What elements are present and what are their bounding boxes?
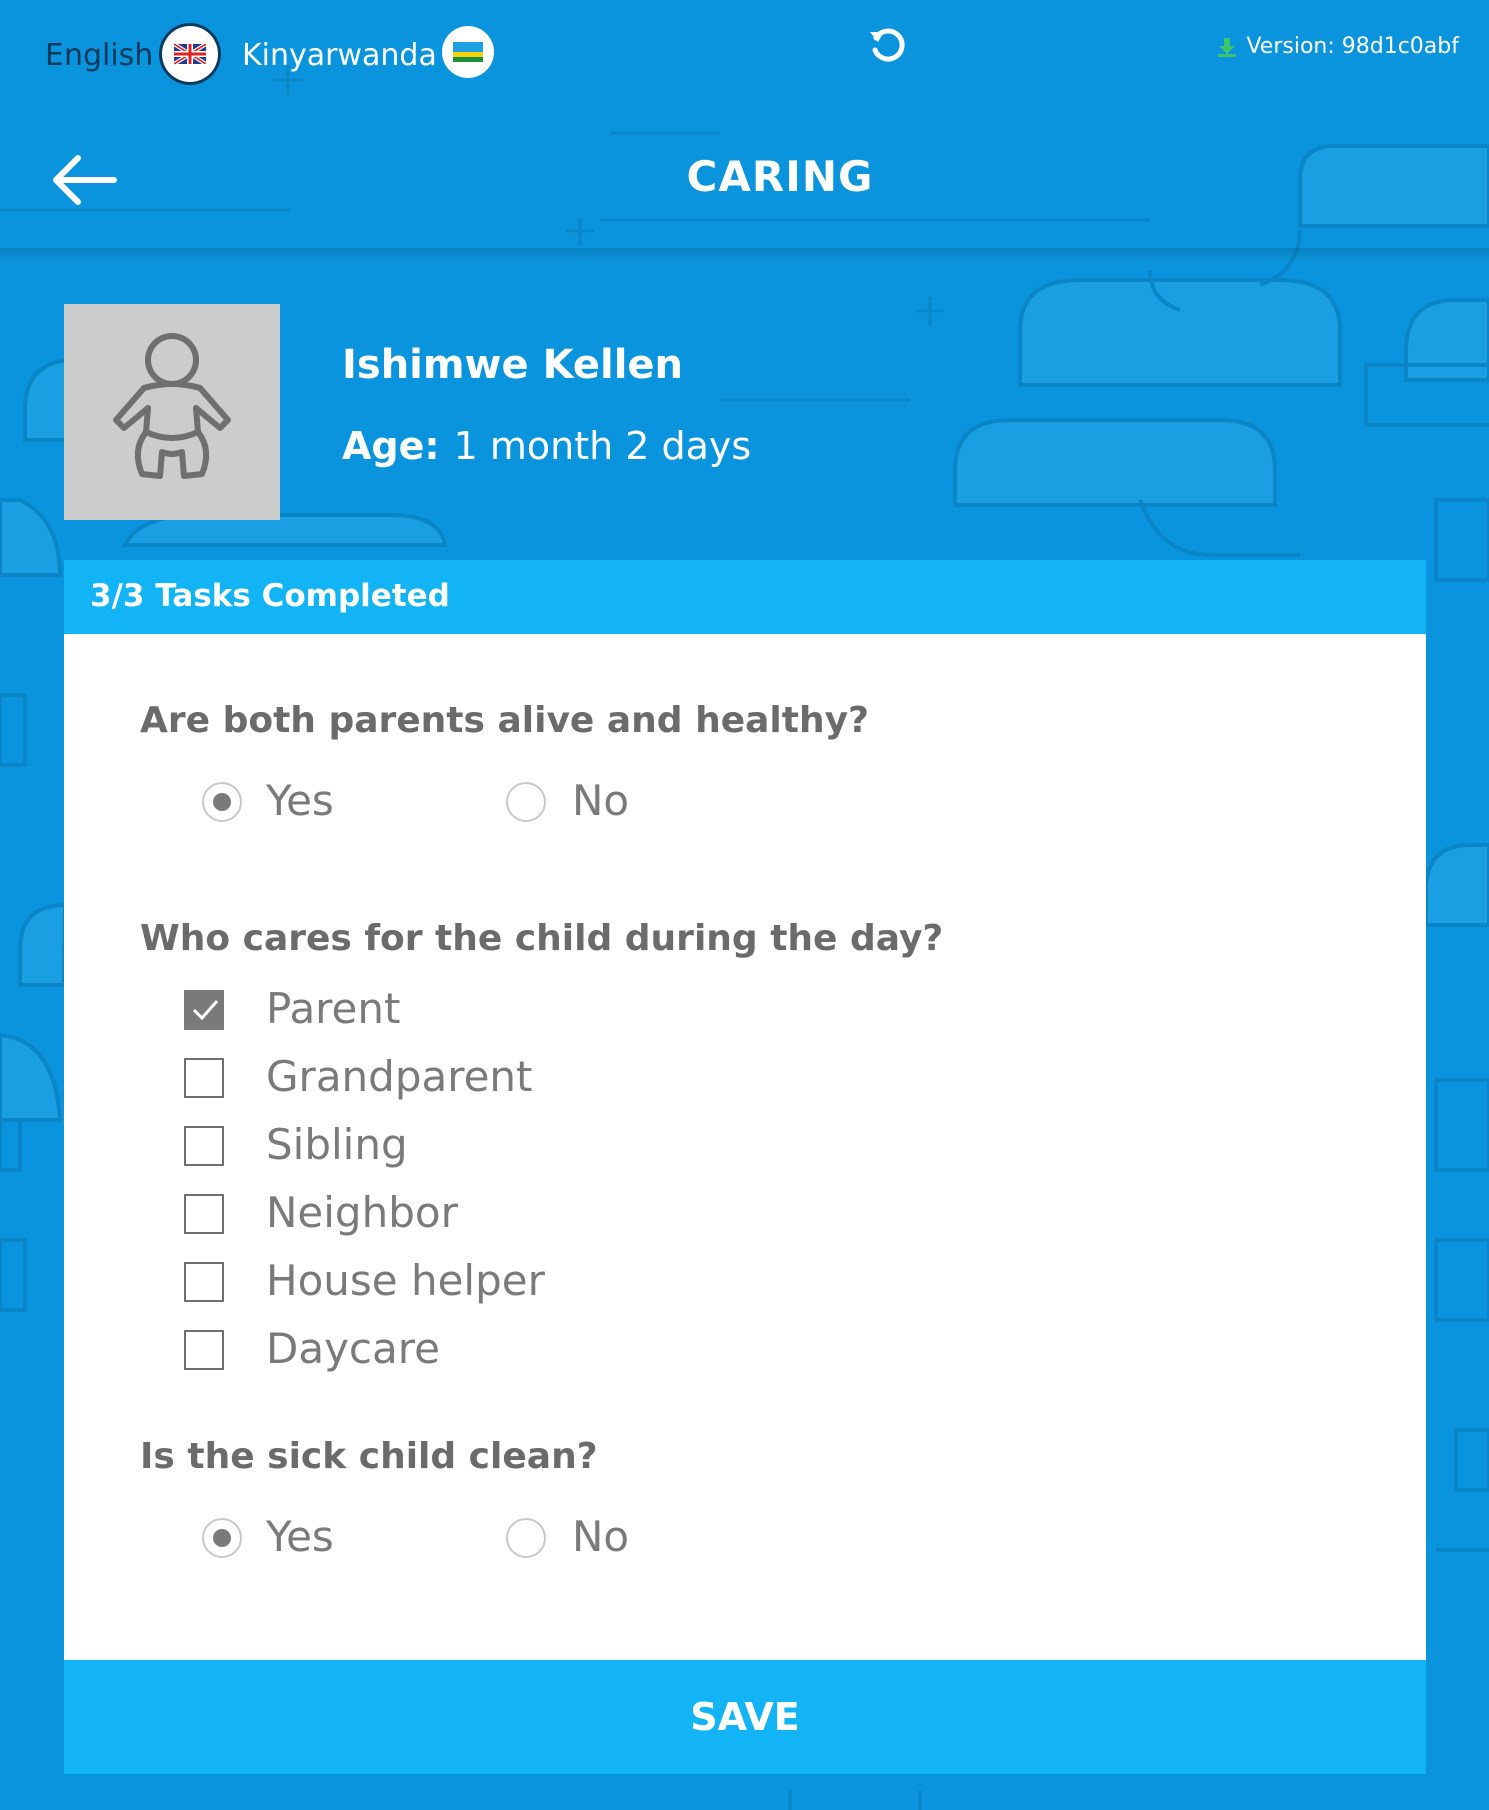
- refresh-icon[interactable]: [866, 24, 910, 68]
- checkbox-neighbor[interactable]: [184, 1194, 224, 1234]
- save-button[interactable]: SAVE: [64, 1660, 1426, 1774]
- question-daytime-caregiver: Who cares for the child during the day?: [140, 918, 944, 959]
- question-parents-alive: Are both parents alive and healthy?: [140, 700, 869, 741]
- form-card: Are both parents alive and healthy? Yes …: [64, 634, 1426, 1660]
- checkbox-house-helper-label[interactable]: House helper: [266, 1256, 545, 1305]
- checkbox-grandparent-label[interactable]: Grandparent: [266, 1052, 533, 1101]
- radio-q1-yes-label[interactable]: Yes: [266, 776, 334, 825]
- radio-q3-yes[interactable]: [202, 1518, 242, 1558]
- question-child-clean: Is the sick child clean?: [140, 1436, 598, 1477]
- uk-flag-icon[interactable]: [162, 26, 218, 82]
- radio-q1-yes[interactable]: [202, 782, 242, 822]
- checkbox-grandparent[interactable]: [184, 1058, 224, 1098]
- top-bar: English Kinyarwanda Version: 98d1c0abf C…: [0, 0, 1489, 250]
- checkbox-sibling-label[interactable]: Sibling: [266, 1120, 408, 1169]
- checkbox-neighbor-label[interactable]: Neighbor: [266, 1188, 458, 1237]
- tasks-status-text: 3/3 Tasks Completed: [90, 578, 450, 614]
- age-label: Age:: [342, 424, 440, 468]
- radio-q1-no-label[interactable]: No: [572, 776, 629, 825]
- age-value: 1 month 2 days: [453, 424, 752, 468]
- version-text: Version: 98d1c0abf: [1246, 34, 1459, 59]
- checkbox-daycare[interactable]: [184, 1330, 224, 1370]
- language-english-label[interactable]: English: [45, 38, 153, 73]
- header-shadow: [0, 248, 1489, 262]
- radio-q3-no-label[interactable]: No: [572, 1512, 629, 1561]
- radio-q3-yes-label[interactable]: Yes: [266, 1512, 334, 1561]
- child-name: Ishimwe Kellen: [342, 342, 684, 388]
- checkbox-sibling[interactable]: [184, 1126, 224, 1166]
- checkbox-daycare-label[interactable]: Daycare: [266, 1324, 440, 1373]
- page-title: CARING: [686, 152, 874, 201]
- rwanda-flag-icon[interactable]: [442, 26, 494, 78]
- radio-q3-no[interactable]: [506, 1518, 546, 1558]
- child-age: Age: 1 month 2 days: [342, 424, 751, 468]
- checkmark-icon: [192, 1000, 219, 1021]
- download-icon: [1218, 37, 1237, 57]
- checkbox-house-helper[interactable]: [184, 1262, 224, 1302]
- baby-icon: [113, 333, 231, 479]
- version-label: Version: 98d1c0abf: [1216, 34, 1459, 59]
- checkbox-parent-label[interactable]: Parent: [266, 984, 400, 1033]
- radio-q1-no[interactable]: [506, 782, 546, 822]
- child-avatar: [64, 304, 280, 520]
- language-kinyarwanda-label[interactable]: Kinyarwanda: [242, 38, 437, 73]
- tasks-status-bar: 3/3 Tasks Completed: [64, 560, 1426, 634]
- checkbox-parent[interactable]: [184, 990, 224, 1030]
